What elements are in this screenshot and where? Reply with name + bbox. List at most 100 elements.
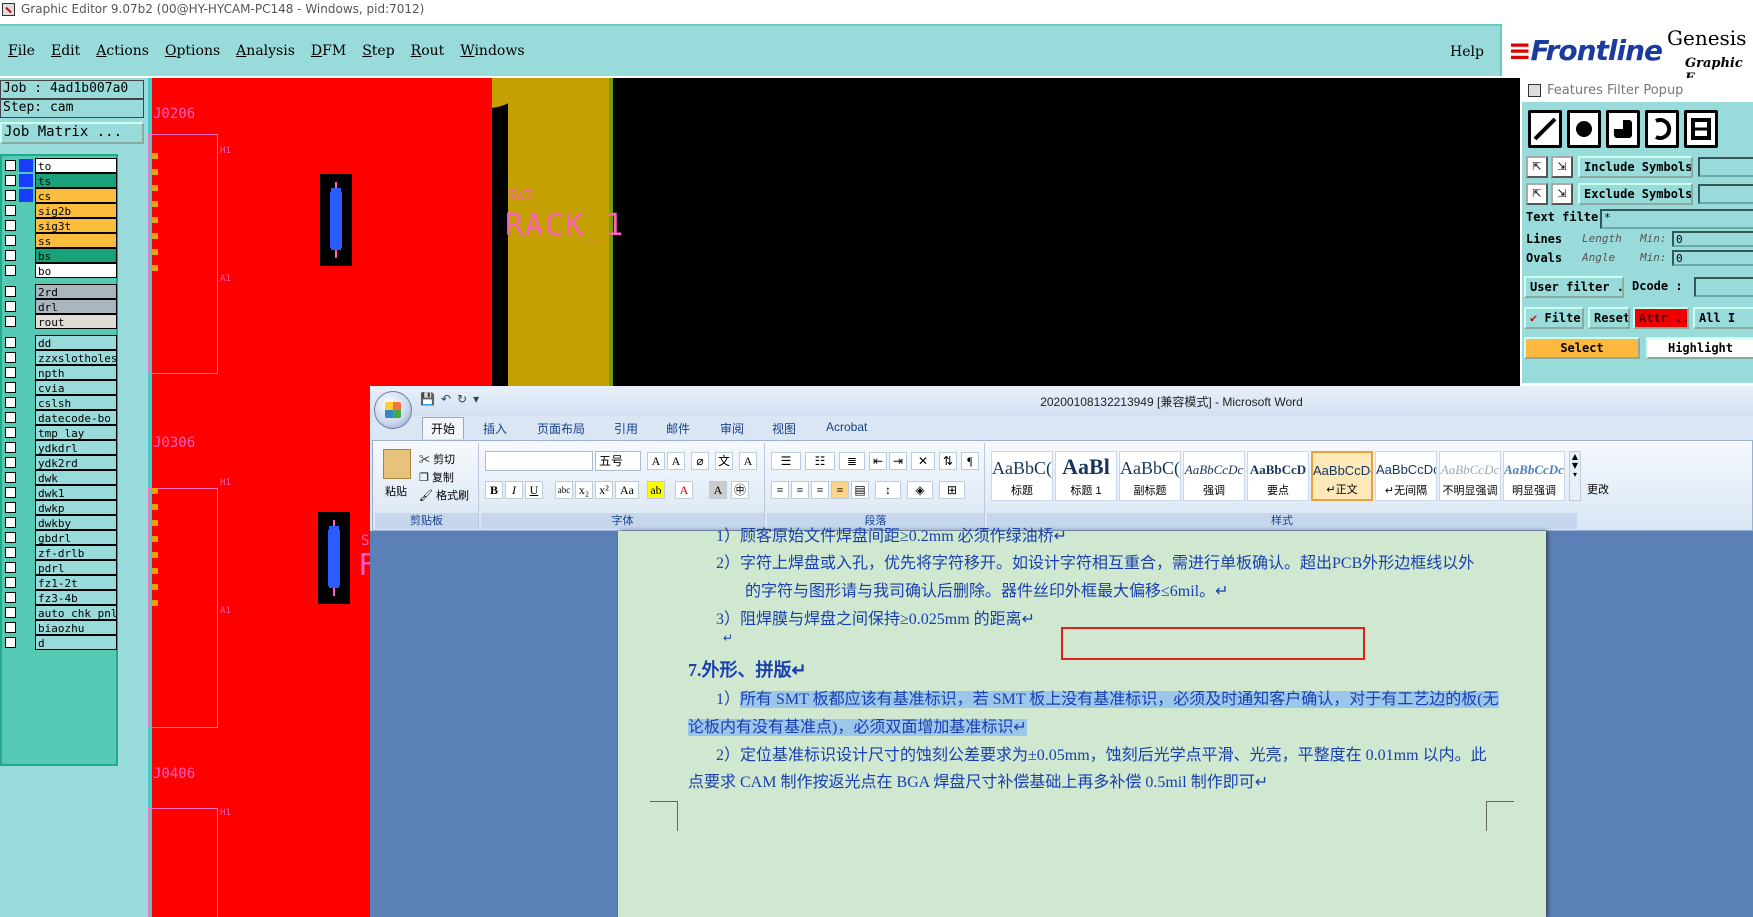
borders-icon[interactable]: ⊞ [939,481,965,499]
layer-row-auto_chk_pnl[interactable]: auto_chk_pnl [2,605,117,620]
line-spacing-icon[interactable]: ↕ [875,481,901,499]
layer-color-swatch[interactable] [19,285,33,298]
layer-name[interactable]: npth [35,365,117,380]
increase-indent-icon[interactable]: ⇥ [889,452,907,470]
strikethrough-icon[interactable]: abc [555,481,573,499]
layer-name[interactable]: cs [35,188,117,203]
exclude-clear-icon[interactable]: ⇲ [1551,183,1573,205]
layer-name[interactable]: bo [35,263,117,278]
align-left-icon[interactable]: ≡ [771,481,789,499]
layer-name[interactable]: dwk1 [35,485,117,500]
layer-row-cvia[interactable]: cvia [2,380,117,395]
layer-row-d[interactable]: d [2,635,117,650]
layer-checkbox[interactable] [5,220,16,231]
layer-row-pdrl[interactable]: pdrl [2,560,117,575]
layer-name[interactable]: fz3-4b [35,590,117,605]
include-select-icon[interactable]: ⇱ [1526,156,1548,178]
layer-name[interactable]: dwkby [35,515,117,530]
lines-checkbox-label[interactable]: Lines [1526,232,1562,246]
layer-name[interactable]: d [35,635,117,650]
tab-insert[interactable]: 插入 [483,420,507,437]
grow-font-icon[interactable]: A [647,452,665,470]
layer-checkbox[interactable] [5,265,16,276]
length-min-input[interactable]: 0 [1672,231,1753,247]
layer-color-swatch[interactable] [19,561,33,574]
layer-color-swatch[interactable] [19,234,33,247]
paste-button[interactable]: 粘贴 [385,483,407,499]
tab-references[interactable]: 引用 [614,420,638,437]
font-size-dropdown[interactable]: 五号 [595,451,641,471]
layer-checkbox[interactable] [5,427,16,438]
layer-color-swatch[interactable] [19,501,33,514]
layer-row-ydk2rd[interactable]: ydk2rd [2,455,117,470]
include-symbols-input[interactable] [1698,157,1753,177]
layer-name[interactable]: ydkdrl [35,440,117,455]
distribute-icon[interactable]: ▤ [851,481,869,499]
layer-row-ydkdrl[interactable]: ydkdrl [2,440,117,455]
layer-name[interactable]: drl [35,299,117,314]
layer-color-swatch[interactable] [19,516,33,529]
layer-name[interactable]: sig2b [35,203,117,218]
phonetic-guide-icon[interactable]: 文 [715,452,733,470]
layer-checkbox[interactable] [5,235,16,246]
tab-acrobat[interactable]: Acrobat [826,420,867,434]
subscript-icon[interactable]: x₂ [575,481,593,499]
include-symbols-button[interactable]: Include Symbols : [1578,156,1693,178]
char-border-icon[interactable]: A [739,452,757,470]
layer-color-swatch[interactable] [19,366,33,379]
layer-name[interactable]: auto_chk_pnl [35,605,117,620]
layer-row-tmp_lay[interactable]: tmp_lay [2,425,117,440]
all-button[interactable]: All I [1693,307,1753,329]
layer-color-swatch[interactable] [19,336,33,349]
shading-icon[interactable]: ◈ [907,481,933,499]
layer-name[interactable]: cslsh [35,395,117,410]
layer-checkbox[interactable] [5,517,16,528]
layer-checkbox[interactable] [5,337,16,348]
layer-color-swatch[interactable] [19,411,33,424]
format-painter-button[interactable]: 🖌 格式刷 [419,487,469,503]
line-feature-button[interactable] [1528,110,1562,148]
pad-feature-button[interactable] [1567,110,1601,148]
layer-color-swatch[interactable] [19,471,33,484]
layer-color-swatch[interactable] [19,621,33,634]
document-area[interactable]: 1）顾客原始文件焊盘间距≥0.2mm 必须作绿油桥↵ 2）字符上焊盘或入孔，优先… [370,528,1753,917]
job-matrix-button[interactable]: Job Matrix ... [0,122,144,144]
layer-color-swatch[interactable] [19,441,33,454]
layer-name[interactable]: fz1-2t [35,575,117,590]
layer-checkbox[interactable] [5,352,16,363]
layer-checkbox[interactable] [5,397,16,408]
angle-min-input[interactable]: 0 [1672,250,1753,266]
layer-row-datecode-bo[interactable]: datecode-bo [2,410,117,425]
layer-row-rout[interactable]: rout [2,314,117,329]
layer-name[interactable]: ss [35,233,117,248]
styles-scroll-icon[interactable]: ▲ ▼ ▾ [1569,451,1581,501]
layer-row-dwk1[interactable]: dwk1 [2,485,117,500]
layer-color-swatch[interactable] [19,636,33,649]
tab-review[interactable]: 审阅 [720,420,744,437]
highlight-color-icon[interactable]: ab [647,481,665,499]
layer-checkbox[interactable] [5,577,16,588]
align-right-icon[interactable]: ≡ [811,481,829,499]
numbering-icon[interactable]: ☷ [805,452,835,470]
decrease-indent-icon[interactable]: ⇤ [869,452,887,470]
change-styles-button[interactable]: 更改 [1587,481,1609,497]
layer-name[interactable]: tmp_lay [35,425,117,440]
text-filter-input[interactable]: * [1600,209,1753,229]
layer-row-biaozhu[interactable]: biaozhu [2,620,117,635]
layer-row-ss[interactable]: ss [2,233,117,248]
paste-icon[interactable] [383,449,411,479]
layer-checkbox[interactable] [5,502,16,513]
layer-row-zf-drlb[interactable]: zf-drlb [2,545,117,560]
tab-page-layout[interactable]: 页面布局 [537,420,585,437]
layer-color-swatch[interactable] [19,204,33,217]
text-feature-button[interactable] [1684,110,1718,148]
style-title[interactable]: AaBbC(标题 [991,451,1053,501]
asian-layout-icon[interactable]: ✕ [911,452,935,470]
layer-color-swatch[interactable] [19,219,33,232]
layer-name[interactable]: ydk2rd [35,455,117,470]
layer-checkbox[interactable] [5,457,16,468]
exclude-symbols-button[interactable]: Exclude Symbols : [1578,183,1693,205]
layer-color-swatch[interactable] [19,249,33,262]
menu-analysis[interactable]: Analysis [236,43,295,59]
style-emphasis[interactable]: AaBbCcDc 强调 [1183,451,1245,501]
